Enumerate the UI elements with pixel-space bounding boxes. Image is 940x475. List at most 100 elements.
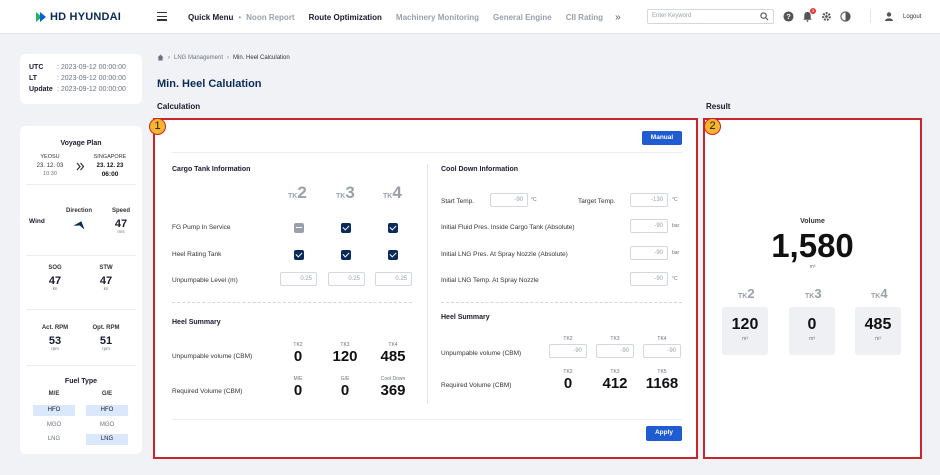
brand-logo[interactable]: HD HYUNDAI: [36, 11, 121, 23]
fg-pump-label: FG Pump In Service: [172, 224, 231, 231]
unpumpable-volume-label-right: Unpumpable volume (CBM): [441, 350, 522, 357]
tank-header-tk2: TK2: [288, 183, 307, 202]
ge-fuel-mgo[interactable]: MGO: [86, 420, 128, 431]
gear-icon[interactable]: [821, 11, 832, 22]
time-value: : 2023-09-12 00:00:00: [57, 75, 126, 82]
wind-speed-label: Speed: [111, 208, 130, 214]
main-nav: Quick Menu • Noon Report Route Optimizat…: [188, 12, 621, 23]
result-tk3-value: 0: [807, 316, 817, 333]
help-icon[interactable]: ?: [783, 11, 794, 22]
unpumpable-tk3-input[interactable]: -90: [596, 344, 634, 358]
logout-button[interactable]: Logout: [885, 12, 921, 21]
search-icon[interactable]: [760, 12, 769, 21]
result-tk4-value: 485: [864, 316, 892, 333]
dashed-divider: [441, 302, 682, 303]
manual-button[interactable]: Manual: [642, 131, 682, 145]
result-tk4-unit: m³: [875, 336, 881, 342]
ge-label: G/E: [101, 391, 113, 397]
fg-pump-tk4-checkbox[interactable]: [388, 223, 398, 233]
unpumpable-level-tk4-input[interactable]: 0.25: [375, 272, 412, 286]
divider: [172, 419, 682, 420]
act-rpm-unit: rpm: [51, 346, 59, 351]
nav-noon-report[interactable]: Noon Report: [246, 13, 294, 22]
lng-pres-unit: bar: [672, 250, 680, 256]
search-input[interactable]: Enter Keyword: [647, 9, 774, 24]
time-info-card: UTC: 2023-09-12 00:00:00 LT: 2023-09-12 …: [20, 54, 142, 104]
voyage-plan-title: Voyage Plan: [60, 140, 102, 147]
origin-time: 10:30: [43, 171, 57, 177]
nav-route-optimization[interactable]: Route Optimization: [309, 13, 382, 22]
nav-more-icon[interactable]: »: [615, 12, 621, 23]
svg-text:?: ?: [786, 12, 791, 21]
brand-mark-icon: [36, 12, 47, 22]
brand-name: HD HYUNDAI: [50, 11, 122, 23]
fg-pump-tk3-checkbox[interactable]: [341, 223, 351, 233]
theme-toggle-icon[interactable]: [840, 11, 851, 22]
cargo-tank-title: Cargo Tank Information: [172, 166, 251, 173]
time-value: : 2023-09-12 00:00:00: [57, 86, 126, 93]
apply-button[interactable]: Apply: [646, 426, 682, 441]
time-row-update: Update: 2023-09-12 00:00:00: [29, 84, 133, 95]
result-tk2-unit: m³: [742, 336, 748, 342]
unpumpable-level-tk2-input[interactable]: 0.25: [280, 272, 317, 286]
hamburger-menu-icon[interactable]: [157, 12, 167, 21]
nav-machinery-monitoring[interactable]: Machinery Monitoring: [396, 13, 479, 22]
start-temp-input[interactable]: -90: [490, 193, 528, 207]
heel-rating-tk2-checkbox[interactable]: [294, 250, 304, 260]
cool-down-title: Cool Down Information: [441, 166, 518, 173]
target-temp-input[interactable]: -130: [630, 193, 668, 207]
fluid-pres-input[interactable]: -90: [630, 219, 668, 233]
lng-temp-input[interactable]: -90: [630, 272, 668, 286]
me-fuel-lng[interactable]: LNG: [33, 434, 75, 445]
voyage-plan-card: Voyage Plan YEOSU 23. 12. 03 10:30 SINGA…: [20, 126, 142, 454]
notification-badge: 3: [810, 8, 816, 14]
heel-summary-title: Heel Summary: [172, 319, 221, 326]
sog-unit: kn: [52, 286, 58, 291]
toolbar-icons: ? 3: [783, 8, 851, 22]
notification-bell-icon[interactable]: 3: [802, 8, 816, 22]
column-divider: [427, 164, 428, 404]
lng-pres-input[interactable]: -90: [630, 246, 668, 260]
unpumpable-level-tk3-input[interactable]: 0.25: [328, 272, 365, 286]
time-value: : 2023-09-12 00:00:00: [57, 64, 126, 71]
unpumpable-level-label: Unpumpable Level (m): [172, 277, 238, 284]
nav-general-engine[interactable]: General Engine: [493, 13, 552, 22]
result-tank-header-tk2: TK2: [738, 286, 755, 301]
nav-cii-rating[interactable]: CII Rating: [566, 13, 603, 22]
unpumpable-tk4-input[interactable]: -90: [643, 344, 681, 358]
breadcrumb-current: Min. Heel Calculation: [233, 54, 290, 61]
required-volume-label-right: Required Volume (CBM): [441, 382, 512, 389]
volume-unit: m³: [809, 264, 816, 270]
annotation-marker-1: 1: [149, 118, 166, 135]
me-fuel-hfo[interactable]: HFO: [33, 405, 75, 416]
heel-rating-tank-label: Heel Rating Tank: [172, 251, 222, 258]
result-heading: Result: [706, 102, 731, 111]
lng-pres-label: Initial LNG Pres. At Spray Nozzle (Absol…: [441, 251, 568, 258]
unpumpable-tk2-input[interactable]: -90: [549, 344, 587, 358]
heel-rating-tk3-checkbox[interactable]: [341, 250, 351, 260]
me-fuel-mgo[interactable]: MGO: [33, 420, 75, 431]
fg-pump-tk2-checkbox[interactable]: [294, 223, 304, 233]
required-tk2-value: 0: [563, 375, 573, 392]
heel-rating-tk4-checkbox[interactable]: [388, 250, 398, 260]
result-tk4-box: 485 m³: [855, 307, 901, 355]
time-row-lt: LT : 2023-09-12 00:00:00: [29, 73, 133, 84]
home-icon[interactable]: [157, 54, 164, 61]
required-ge-value: 0: [340, 382, 350, 399]
unpumpable-volume-label: Unpumpable volume (CBM): [172, 353, 253, 360]
ge-fuel-hfo[interactable]: HFO: [86, 405, 128, 416]
time-label: LT: [29, 75, 38, 82]
user-icon: [885, 12, 893, 21]
breadcrumb-parent[interactable]: LNG Management: [174, 55, 223, 61]
start-temp-unit: °C: [531, 197, 537, 203]
divider: [26, 184, 136, 185]
nav-quick-menu[interactable]: Quick Menu: [188, 13, 233, 22]
ge-fuel-lng[interactable]: LNG: [86, 434, 128, 445]
nav-separator-dot: •: [238, 13, 242, 22]
wind-label: Wind: [29, 218, 45, 225]
required-tk3-value: 412: [602, 375, 628, 392]
opt-rpm-unit: rpm: [102, 346, 110, 351]
result-tk2-box: 120 m³: [722, 307, 768, 355]
fluid-pres-label: Initial Fluid Pres. Inside Cargo Tank (A…: [441, 224, 575, 231]
tk3-head: TK3: [610, 336, 620, 342]
